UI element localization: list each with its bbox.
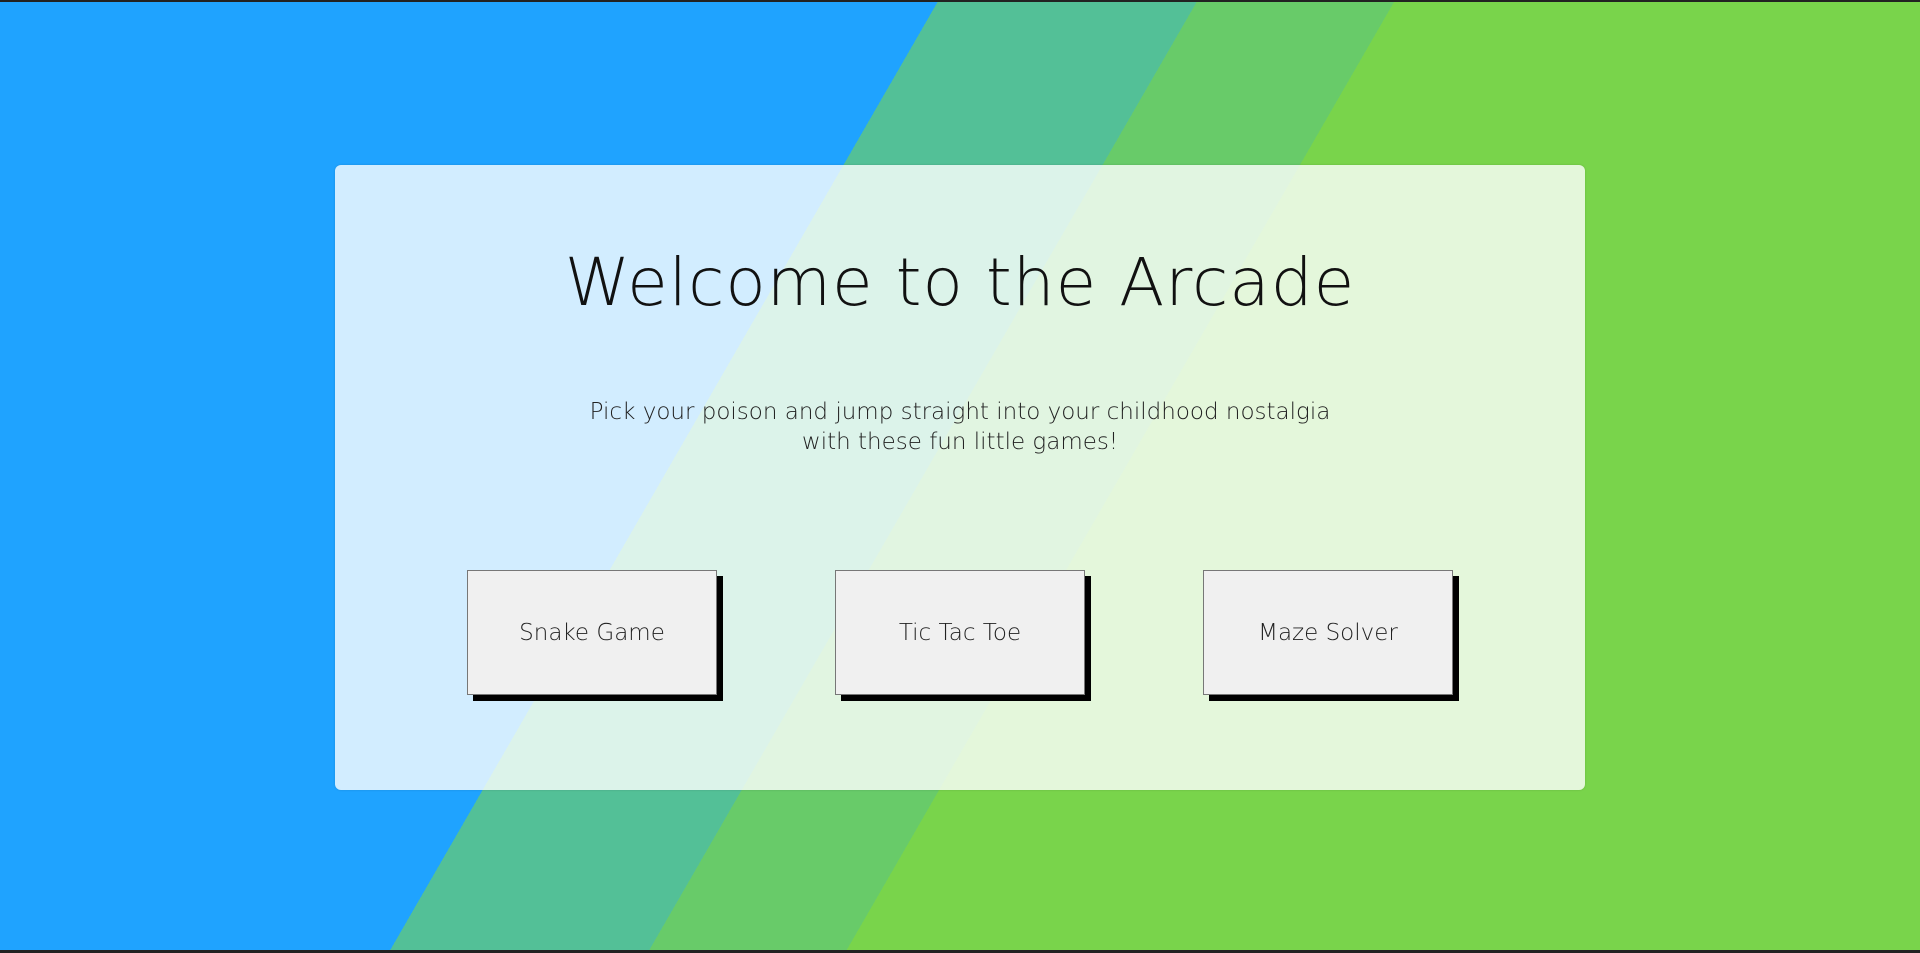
subtitle-line-1: Pick your poison and jump straight into …	[589, 399, 1331, 425]
tic-tac-toe-button[interactable]: Tic Tac Toe	[835, 570, 1085, 695]
snake-game-button[interactable]: Snake Game	[467, 570, 717, 695]
welcome-card: Welcome to the Arcade Pick your poison a…	[335, 165, 1585, 790]
maze-solver-button[interactable]: Maze Solver	[1203, 570, 1453, 695]
arcade-background: Welcome to the Arcade Pick your poison a…	[0, 2, 1920, 950]
subtitle-line-2: with these fun little games!	[801, 429, 1119, 455]
page-title: Welcome to the Arcade	[564, 244, 1356, 321]
page-subtitle: Pick your poison and jump straight into …	[335, 397, 1585, 457]
